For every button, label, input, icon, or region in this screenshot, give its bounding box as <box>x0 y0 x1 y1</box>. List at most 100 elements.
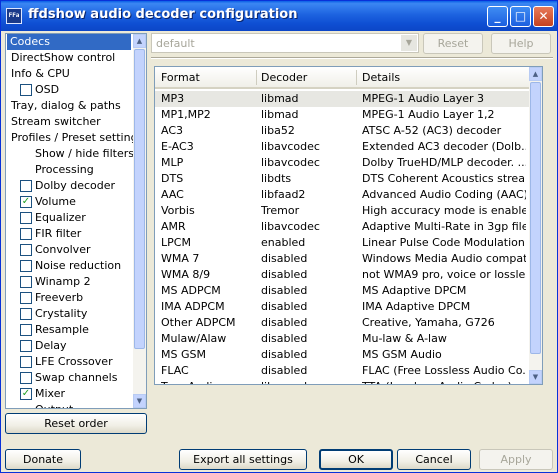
table-row[interactable]: WMA 8/9 disabled not WMA9 pro, voice or lo… <box>155 267 529 283</box>
ok-button[interactable]: OK <box>319 449 393 470</box>
table-row[interactable]: MS ADPCM disabled MS Adaptive DPCM <box>155 283 529 299</box>
reset-order-button[interactable]: Reset order <box>5 413 147 434</box>
decoder-cell[interactable]: disabled <box>261 267 357 283</box>
sidebar-item-delay[interactable]: Delay <box>7 338 67 354</box>
decoder-cell[interactable]: libmad <box>261 107 357 123</box>
title-bar[interactable]: FFa ffdshow audio decoder configuration … <box>1 1 557 31</box>
sidebar-scroll-thumb[interactable] <box>134 49 145 349</box>
sidebar-item-output[interactable]: Output <box>7 402 73 408</box>
sidebar-scrollbar[interactable]: ▲ ▼ <box>133 34 146 408</box>
sidebar-item-winamp-2[interactable]: Winamp 2 <box>7 274 91 290</box>
sidebar-item-fir-filter[interactable]: FIR filter <box>7 226 81 242</box>
sidebar-item-processing[interactable]: Processing <box>7 162 94 178</box>
codec-list-scrollbar[interactable]: ▲ ▼ <box>529 67 542 384</box>
sidebar-item-mixer[interactable]: ✓ Mixer <box>7 386 65 402</box>
decoder-cell[interactable]: libavcodec <box>261 155 357 171</box>
sidebar-item-tray-dialog-paths[interactable]: Tray, dialog & paths <box>7 98 121 114</box>
chevron-down-icon[interactable]: ▼ <box>401 35 417 51</box>
checkbox-checked-icon[interactable]: ✓ <box>20 388 32 400</box>
checkbox-unchecked-icon[interactable] <box>20 340 32 352</box>
table-row[interactable]: E-AC3 libavcodec Extended AC3 decoder (Dol… <box>155 139 529 155</box>
decoder-cell[interactable]: enabled <box>261 235 357 251</box>
table-row[interactable]: WMA 7 disabled Windows Media Audio compati… <box>155 251 529 267</box>
decoder-cell[interactable]: disabled <box>261 347 357 363</box>
sidebar-item-show-hide-filters[interactable]: Show / hide filters <box>7 146 134 162</box>
table-row[interactable]: AAC libfaad2 Advanced Audio Coding (AAC) <box>155 187 529 203</box>
checkbox-unchecked-icon[interactable] <box>20 212 32 224</box>
checkbox-unchecked-icon[interactable] <box>20 84 32 96</box>
column-header-format[interactable]: Format <box>161 71 200 84</box>
close-button[interactable]: ✕ <box>533 6 554 27</box>
decoder-cell[interactable]: libfaad2 <box>261 187 357 203</box>
checkbox-unchecked-icon[interactable] <box>20 276 32 288</box>
column-header-decoder[interactable]: Decoder <box>261 71 307 84</box>
checkbox-unchecked-icon[interactable] <box>20 260 32 272</box>
help-button[interactable]: Help <box>491 33 551 54</box>
sidebar-item-codecs[interactable]: Codecs <box>7 34 131 50</box>
table-row[interactable]: IMA ADPCM disabled IMA Adaptive DPCM <box>155 299 529 315</box>
table-row[interactable]: AC3 liba52 ATSC A-52 (AC3) decoder <box>155 123 529 139</box>
decoder-cell[interactable]: disabled <box>261 251 357 267</box>
decoder-cell[interactable]: libavcodec <box>261 219 357 235</box>
column-header-details[interactable]: Details <box>362 71 400 84</box>
sidebar-item-dolby-decoder[interactable]: Dolby decoder <box>7 178 115 194</box>
table-row[interactable]: MP1,MP2 libmad MPEG-1 Audio Layer 1,2 <box>155 107 529 123</box>
decoder-cell[interactable]: libavcodec <box>261 139 357 155</box>
sidebar-item-noise-reduction[interactable]: Noise reduction <box>7 258 121 274</box>
decoder-cell[interactable]: liba52 <box>261 123 357 139</box>
column-separator[interactable] <box>256 70 257 85</box>
checkbox-unchecked-icon[interactable] <box>20 356 32 368</box>
donate-button[interactable]: Donate <box>5 449 81 470</box>
table-row[interactable]: Mulaw/Alaw disabled Mu-law & A-law <box>155 331 529 347</box>
table-row[interactable]: True Audio libavcodec TTA (Lossless Audio … <box>155 379 529 384</box>
table-row[interactable]: MP3 libmad MPEG-1 Audio Layer 3 <box>155 91 529 107</box>
apply-button[interactable]: Apply <box>479 449 553 470</box>
table-row[interactable]: Vorbis Tremor High accuracy mode is enable… <box>155 203 529 219</box>
checkbox-unchecked-icon[interactable] <box>20 308 32 320</box>
export-settings-button[interactable]: Export all settings <box>179 449 307 470</box>
sidebar-item-volume[interactable]: ✓ Volume <box>7 194 76 210</box>
checkbox-unchecked-icon[interactable] <box>20 228 32 240</box>
table-row[interactable]: MS GSM disabled MS GSM Audio <box>155 347 529 363</box>
minimize-button[interactable]: _ <box>487 6 508 27</box>
sidebar-item-osd[interactable]: OSD <box>7 82 59 98</box>
checkbox-unchecked-icon[interactable] <box>20 180 32 192</box>
settings-tree[interactable]: Codecs DirectShow control Info & CPU OSD Tra… <box>5 33 147 409</box>
scroll-up-icon[interactable]: ▲ <box>133 34 146 48</box>
codec-list[interactable]: Format Decoder Details MP3 libmad MPEG-1 A… <box>154 66 543 385</box>
table-row[interactable]: Other ADPCM disabled Creative, Yamaha, G72… <box>155 315 529 331</box>
sidebar-item-resample[interactable]: Resample <box>7 322 89 338</box>
table-row[interactable]: AMR libavcodec Adaptive Multi-Rate in 3gp … <box>155 219 529 235</box>
sidebar-item-equalizer[interactable]: Equalizer <box>7 210 86 226</box>
reset-button[interactable]: Reset <box>423 33 483 54</box>
table-row[interactable]: FLAC disabled FLAC (Free Lossless Audio Co… <box>155 363 529 379</box>
codec-list-scroll-thumb[interactable] <box>530 82 541 354</box>
sidebar-item-stream-switcher[interactable]: Stream switcher <box>7 114 101 130</box>
cancel-button[interactable]: Cancel <box>397 449 471 470</box>
sidebar-item-directshow-control[interactable]: DirectShow control <box>7 50 115 66</box>
sidebar-item-crystality[interactable]: Crystality <box>7 306 87 322</box>
sidebar-item-freeverb[interactable]: Freeverb <box>7 290 83 306</box>
decoder-cell[interactable]: disabled <box>261 315 357 331</box>
checkbox-unchecked-icon[interactable] <box>20 292 32 304</box>
checkbox-unchecked-icon[interactable] <box>20 324 32 336</box>
checkbox-checked-icon[interactable]: ✓ <box>20 196 32 208</box>
column-separator[interactable] <box>356 70 357 85</box>
checkbox-unchecked-icon[interactable] <box>20 372 32 384</box>
decoder-cell[interactable]: libmad <box>261 91 357 107</box>
sidebar-item-convolver[interactable]: Convolver <box>7 242 90 258</box>
sidebar-item-lfe-crossover[interactable]: LFE Crossover <box>7 354 113 370</box>
sidebar-item-profiles-preset-settings[interactable]: Profiles / Preset settings <box>7 130 143 146</box>
scroll-down-icon[interactable]: ▼ <box>529 370 542 384</box>
preset-select[interactable]: default ▼ <box>151 33 419 53</box>
decoder-cell[interactable]: disabled <box>261 331 357 347</box>
table-row[interactable]: LPCM enabled Linear Pulse Code Modulation <box>155 235 529 251</box>
sidebar-item-swap-channels[interactable]: Swap channels <box>7 370 117 386</box>
decoder-cell[interactable]: libavcodec <box>261 379 357 384</box>
decoder-cell[interactable]: disabled <box>261 283 357 299</box>
decoder-cell[interactable]: libdts <box>261 171 357 187</box>
decoder-cell[interactable]: Tremor <box>261 203 357 219</box>
decoder-cell[interactable]: disabled <box>261 299 357 315</box>
scroll-up-icon[interactable]: ▲ <box>529 67 542 81</box>
scroll-down-icon[interactable]: ▼ <box>133 394 146 408</box>
